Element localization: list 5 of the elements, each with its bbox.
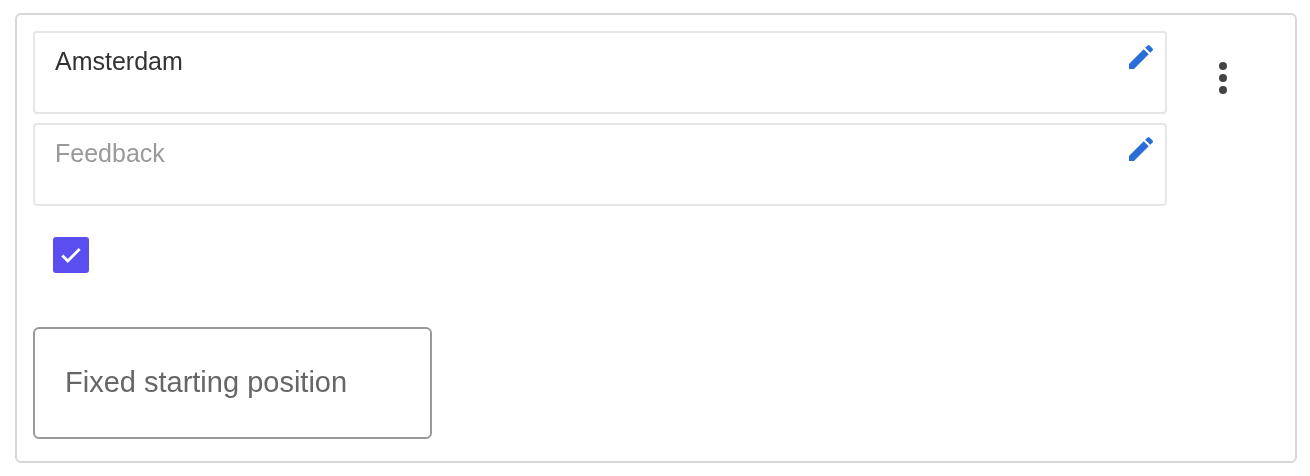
checkbox[interactable] xyxy=(53,237,89,273)
more-options-icon[interactable] xyxy=(1218,61,1228,95)
text-field[interactable]: Amsterdam xyxy=(33,31,1167,114)
fixed-position-button[interactable]: Fixed starting position xyxy=(33,327,432,439)
text-field[interactable]: Feedback xyxy=(33,123,1167,206)
